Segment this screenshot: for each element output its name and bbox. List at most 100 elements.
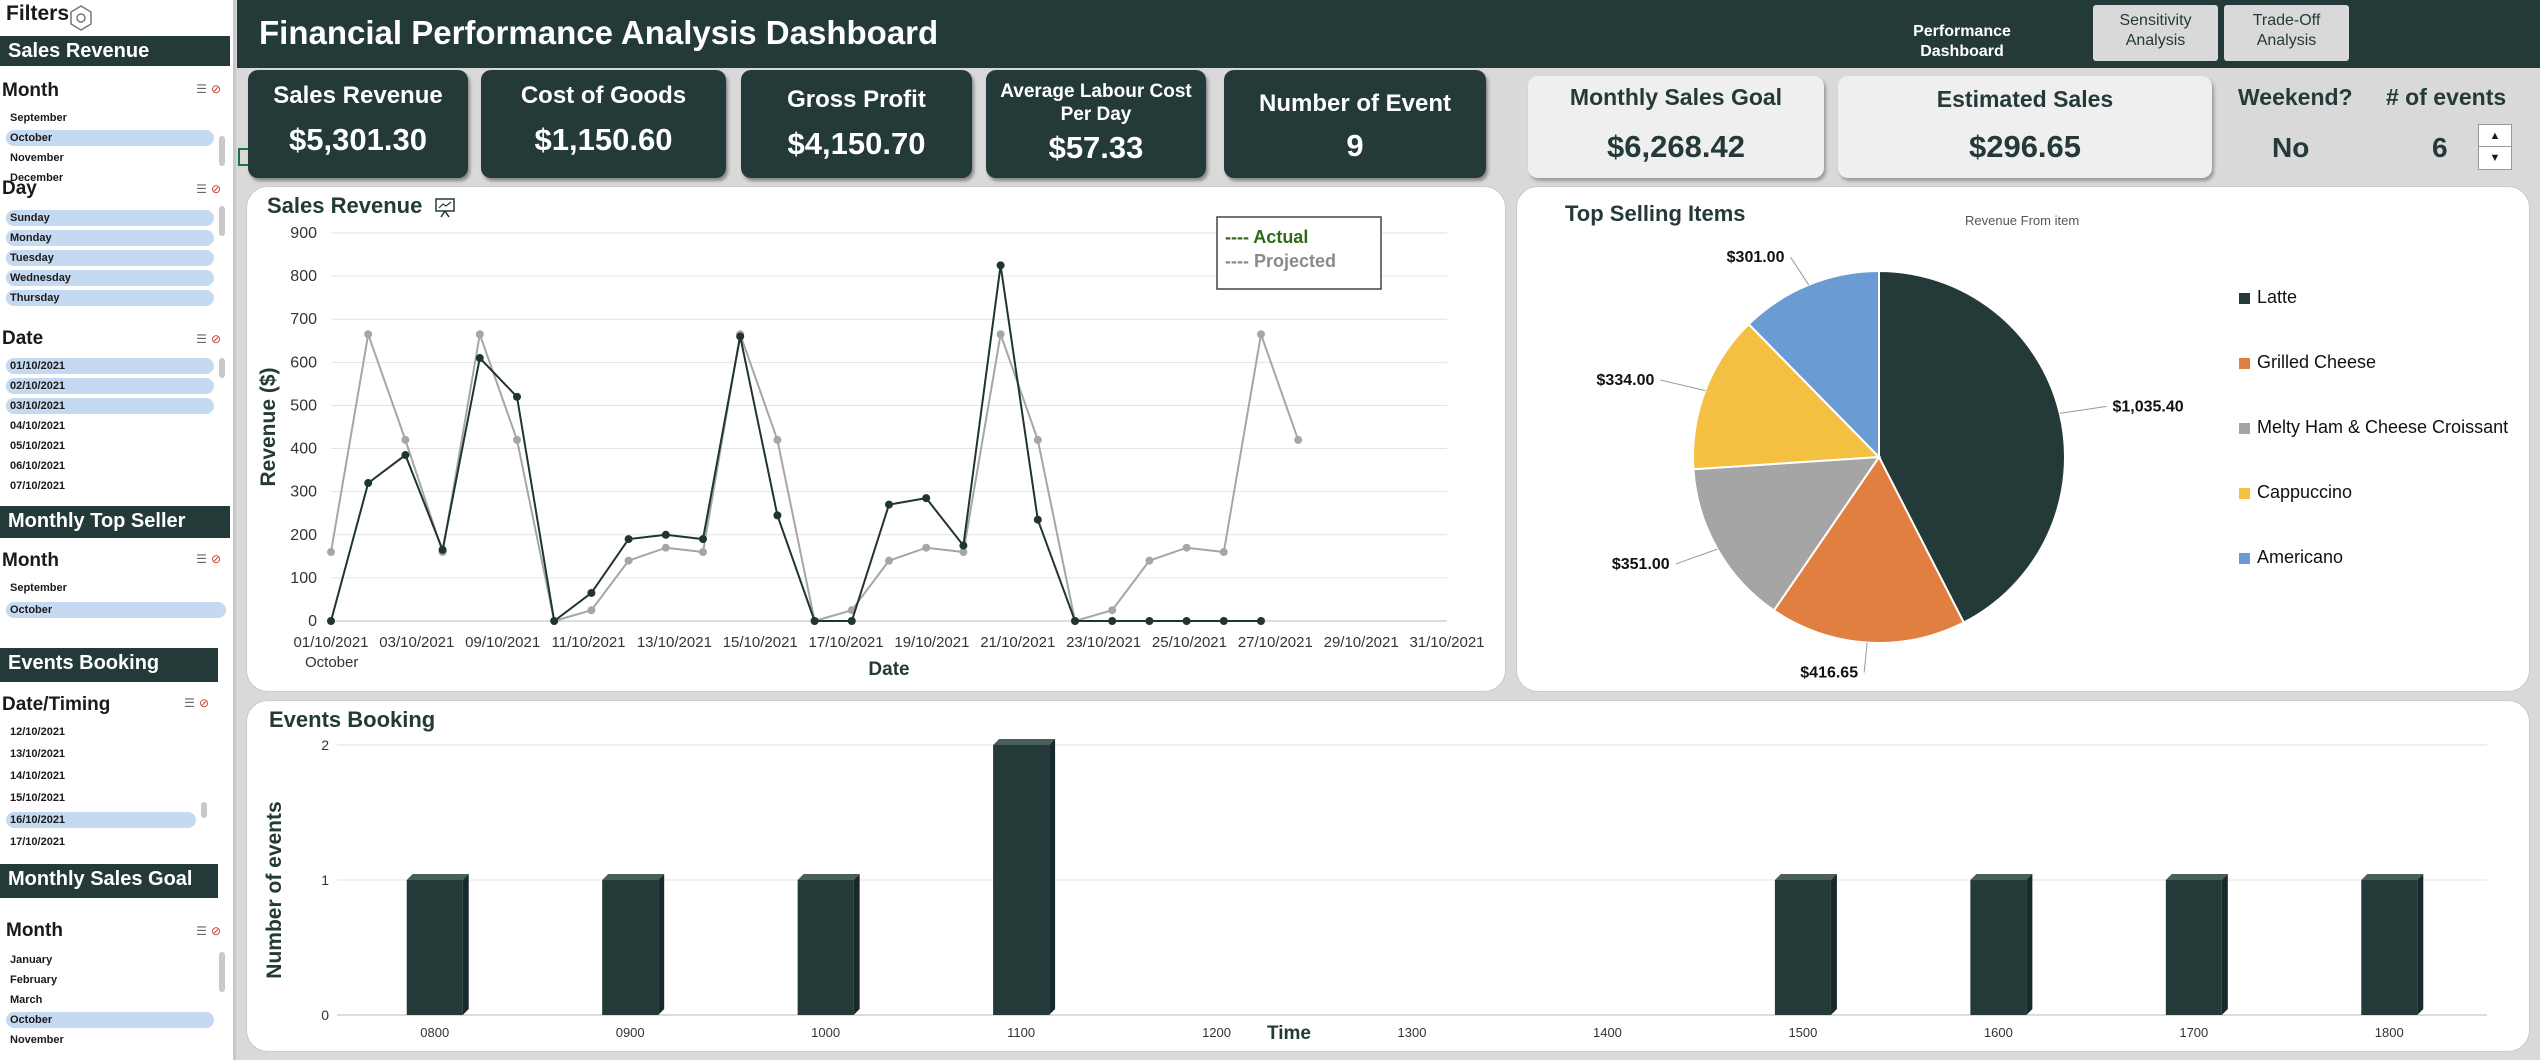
data-point-actual [624, 535, 633, 544]
slicer-item[interactable]: 02/10/2021 [6, 378, 214, 394]
clear-filter-icon[interactable]: ⊘ [199, 696, 213, 710]
day-slicer-title: Day [2, 178, 37, 199]
multi-select-icon[interactable]: ☰ [196, 182, 211, 196]
slicer-item[interactable]: 03/10/2021 [6, 398, 214, 414]
monthly-top-seller-header: Monthly Top Seller [0, 506, 230, 538]
slicer-item[interactable]: 16/10/2021 [6, 812, 196, 828]
slicer-item[interactable]: January [6, 952, 214, 968]
kpi-value: $5,301.30 [289, 122, 427, 157]
scrollbar[interactable] [219, 136, 225, 166]
msg-month-slicer-title: Month [6, 920, 63, 941]
clear-filter-icon[interactable]: ⊘ [211, 924, 225, 938]
data-point-actual [401, 451, 410, 460]
data-point-projected [587, 606, 596, 615]
clear-filter-icon[interactable]: ⊘ [211, 332, 225, 346]
slicer-item[interactable]: March [6, 992, 214, 1008]
slicer-item[interactable]: 14/10/2021 [6, 768, 196, 784]
legend-swatch [2239, 358, 2250, 369]
scrollbar[interactable] [201, 802, 207, 818]
tab-performance-dashboard[interactable]: Performance Dashboard [1893, 5, 2031, 61]
multi-select-icon[interactable]: ☰ [196, 552, 211, 566]
filters-sidebar: Filters Sales Revenue Month ☰⊘ September… [0, 0, 236, 1060]
kpi-label: Gross Profit [787, 86, 926, 113]
slicer-item[interactable]: 04/10/2021 [6, 418, 214, 434]
x-tick-label: 0900 [616, 1025, 645, 1040]
slicer-item[interactable]: 12/10/2021 [6, 724, 196, 740]
x-tick-label: 03/10/2021 [379, 634, 454, 651]
top-selling-panel: Top Selling Items Revenue From item $1,0… [1516, 186, 2530, 692]
slicer-toolbar: ☰⊘ [196, 182, 225, 196]
scrollbar[interactable] [219, 206, 225, 236]
events-count-stepper[interactable]: ▲ ▼ [2478, 124, 2512, 170]
slicer-item[interactable]: 15/10/2021 [6, 790, 196, 806]
kpi-label: Estimated Sales [1936, 86, 2114, 112]
slicer-item[interactable]: Sunday [6, 210, 214, 226]
events-booking-bar-chart: 0 1 2 0800 0900 1000 1100 1200 1300 1400 1500 1600 1… [263, 737, 2487, 1044]
slicer-item[interactable]: November [6, 1032, 214, 1048]
slicer-item[interactable]: October [6, 1012, 214, 1028]
data-point-projected [364, 330, 373, 339]
leader-line [1863, 642, 1868, 673]
data-point-actual [1108, 617, 1117, 625]
scrollbar[interactable] [219, 952, 225, 992]
multi-select-icon[interactable]: ☰ [196, 82, 211, 96]
slicer-item[interactable]: 06/10/2021 [6, 458, 214, 474]
clear-filter-icon[interactable]: ⊘ [211, 182, 225, 196]
data-point-actual [661, 530, 670, 539]
slicer-item[interactable]: Monday [6, 230, 214, 246]
data-point-actual [550, 617, 559, 625]
clear-filter-icon[interactable]: ⊘ [211, 552, 225, 566]
slicer-item[interactable]: 07/10/2021 [6, 478, 214, 494]
stepper-down-icon[interactable]: ▼ [2479, 147, 2511, 169]
slicer-item[interactable]: 13/10/2021 [6, 746, 196, 762]
data-point-actual [1071, 617, 1079, 625]
slicer-item[interactable]: 05/10/2021 [6, 438, 214, 454]
y-axis-title: Number of events [263, 801, 286, 978]
y-tick-label: 800 [290, 268, 317, 285]
stepper-up-icon[interactable]: ▲ [2479, 125, 2511, 147]
scrollbar[interactable] [219, 358, 225, 378]
legend-entry: ---- Projected [1225, 251, 1336, 271]
multi-select-icon[interactable]: ☰ [196, 924, 211, 938]
slicer-item[interactable]: 17/10/2021 [6, 834, 196, 850]
bar-side [658, 874, 665, 1015]
data-label: $416.65 [1800, 665, 1858, 682]
data-point-actual [438, 545, 447, 554]
legend-entry: Grilled Cheese [2257, 352, 2376, 372]
multi-select-icon[interactable]: ☰ [184, 696, 199, 710]
slicer-item[interactable]: Thursday [6, 290, 214, 306]
bar [1970, 880, 2027, 1015]
y-tick-label: 400 [290, 441, 317, 458]
bar [2165, 880, 2222, 1015]
slicer-item[interactable]: Wednesday [6, 270, 214, 286]
y-tick-label: 200 [290, 527, 317, 544]
bar [602, 880, 659, 1015]
tab-sensitivity-analysis[interactable]: Sensitivity Analysis [2093, 5, 2218, 61]
data-point-actual [996, 261, 1005, 270]
x-tick-label: 21/10/2021 [980, 634, 1055, 651]
tab-tradeoff-analysis[interactable]: Trade-Off Analysis [2224, 5, 2349, 61]
y-tick-label: 500 [290, 397, 317, 414]
slicer-toolbar: ☰⊘ [196, 82, 225, 96]
bar-top [2165, 874, 2228, 880]
slicer-item[interactable]: September [6, 110, 214, 126]
slicer-item[interactable]: February [6, 972, 214, 988]
data-point-projected [401, 435, 410, 444]
slicer-item[interactable]: Tuesday [6, 250, 214, 266]
y-tick-label: 2 [321, 737, 329, 753]
slicer-toolbar: ☰⊘ [196, 332, 225, 346]
slicer-item[interactable]: 01/10/2021 [6, 358, 214, 374]
multi-select-icon[interactable]: ☰ [196, 332, 211, 346]
sales-revenue-line-chart: 0 100 200 300 400 500 600 700 800 900 01/10/2021 03… [257, 216, 1485, 680]
bar-side [2026, 874, 2033, 1015]
top-selling-pie-chart: $1,035.40 Latte $416.65 Grilled Cheese $351.… [1597, 249, 2509, 682]
clear-filter-icon[interactable]: ⊘ [211, 82, 225, 96]
slicer-item[interactable]: October [6, 130, 214, 146]
kpi-value: $1,150.60 [534, 122, 673, 157]
slicer-item[interactable]: November [6, 150, 214, 166]
y-tick-label: 0 [308, 613, 317, 630]
slicer-item[interactable]: December [6, 170, 214, 186]
kpi-cost-of-goods: Cost of Goods $1,150.60 [481, 70, 726, 178]
slicer-item[interactable]: September [6, 580, 226, 596]
slicer-item[interactable]: October [6, 602, 226, 618]
